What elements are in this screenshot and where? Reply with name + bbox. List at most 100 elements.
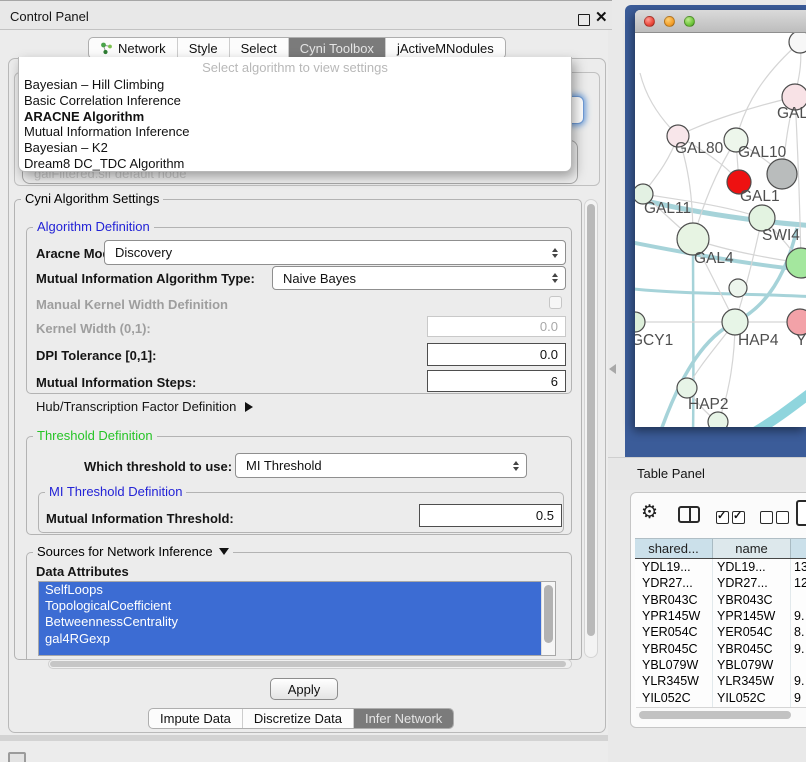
table-row[interactable]: YLR345WYLR345W9. [635,673,806,689]
table-row[interactable]: YBL079WYBL079W [635,657,806,673]
tab-jactivemnodules[interactable]: jActiveMNodules [385,38,505,58]
table-row[interactable]: YDL19...YDL19...13 [635,559,806,575]
column-header-partial[interactable] [791,539,806,558]
settings-hscroll-thumb[interactable] [50,661,566,667]
attribute-item-betweennesscentrality[interactable]: BetweennessCentrality [39,614,541,630]
algorithm-option-bayesian-k2[interactable]: Bayesian – K2 [19,140,571,156]
node-bottom[interactable] [708,412,728,427]
expand-right-icon[interactable] [245,402,253,412]
table-row[interactable]: YER054CYER054C8. [635,624,806,640]
node-label-hap4: HAP4 [738,332,779,349]
table-cell: 13 [794,559,806,575]
table-hscroll-thumb[interactable] [639,711,791,719]
table-body: YDL19...YDL19...13YDR27...YDR27...12YBR0… [635,559,806,707]
table-cell: YBL079W [717,657,773,673]
tab-discretize-data[interactable]: Discretize Data [242,709,353,728]
tab-label: jActiveMNodules [397,41,494,56]
mi-threshold-field[interactable]: 0.5 [419,504,562,527]
table-row[interactable]: YIL052CYIL052C9 [635,689,806,705]
cyni-settings-title: Cyni Algorithm Settings [21,191,163,206]
table-row[interactable]: YBR045CYBR045C9. [635,641,806,657]
column-header-shared-name[interactable]: shared... [635,539,713,558]
node-label-gal10: GAL10 [738,144,787,161]
settings-vscrollbar[interactable] [584,199,598,658]
float-button[interactable] [578,14,590,26]
which-threshold-label: Which threshold to use: [84,459,232,474]
close-traffic-light[interactable] [644,16,655,27]
divider-collapse-icon[interactable] [609,364,616,374]
mi-type-label: Mutual Information Algorithm Type: [36,271,255,286]
tab-style[interactable]: Style [177,38,229,58]
tab-cyni-toolbox[interactable]: Cyni Toolbox [288,38,385,58]
kernel-width-field[interactable]: 0.0 [427,316,566,337]
table-cell: YBR045C [717,641,773,657]
hub-section-toggle[interactable]: Hub/Transcription Factor Definition [36,399,253,414]
control-panel-tabs: NetworkStyleSelectCyni Toolbox jActiveMNo… [88,37,506,59]
attribute-item-selfloops[interactable]: SelfLoops [39,582,541,598]
bottom-tabs: Impute Data Discretize DataInfer Network [148,708,454,729]
tab-impute-data[interactable]: Impute Data [149,709,242,728]
attribute-item-partial[interactable] [39,647,541,656]
minimize-traffic-light[interactable] [664,16,675,27]
network-canvas[interactable]: GALGAL80GAL10GAL1GAL11SWI4GAL4GCY1HAP4YH… [635,33,806,427]
table-row[interactable]: YDR27...YDR27...12 [635,575,806,591]
dpi-tolerance-field[interactable]: 0.0 [427,343,566,366]
select-all-checks-icon[interactable]: ✓✓ [716,509,748,527]
node-label-gal11: GAL11 [644,200,691,217]
aracne-mode-value: Discovery [115,245,172,260]
node-label-gcy1: GCY1 [635,332,673,349]
table-cell: YIL052C [717,689,766,705]
mi-threshold-group-title: MI Threshold Definition [45,484,186,499]
tab-network[interactable]: Network [89,38,177,58]
table-row[interactable]: YPR145WYPR145W9. [635,608,806,624]
dpi-tolerance-value: 0.0 [540,347,558,362]
table-row[interactable]: YBR043CYBR043C [635,592,806,608]
zoom-traffic-light[interactable] [684,16,695,27]
aracne-mode-combo[interactable]: Discovery [104,240,566,265]
algorithm-option-mutual-information-inference[interactable]: Mutual Information Inference [19,124,571,140]
close-button[interactable]: ✕ [595,8,608,26]
list-vscroll-thumb[interactable] [544,585,553,643]
node-small[interactable] [729,279,747,297]
dpi-tolerance-label: DPI Tolerance [0,1]: [36,348,156,363]
stepper-icon [513,461,519,471]
which-threshold-combo[interactable]: MI Threshold [235,453,527,478]
table-cell: 9. [794,641,804,657]
partial-toolbar-icon[interactable] [796,500,806,526]
data-attributes-list[interactable]: SelfLoopsTopologicalCoefficientBetweenne… [38,581,556,656]
mi-steps-field[interactable]: 6 [427,370,566,392]
settings-hscrollbar[interactable] [48,659,572,669]
mi-type-combo[interactable]: Naive Bayes [272,266,566,290]
node-hap2[interactable] [677,378,697,398]
node-gray[interactable] [767,159,797,189]
node-label-gal4: GAL4 [694,250,734,267]
settings-vscroll-thumb[interactable] [587,204,595,636]
table-panel-title: Table Panel [637,466,705,481]
tab-select[interactable]: Select [229,38,288,58]
network-window-titlebar[interactable] [635,10,806,33]
columns-icon[interactable] [678,506,700,523]
attribute-item-gal4rgexp[interactable]: gal4RGexp [39,631,541,647]
deselect-all-checks-icon[interactable] [760,509,792,527]
apply-button[interactable]: Apply [270,678,338,700]
tab-infer-network[interactable]: Infer Network [353,709,453,728]
column-header-name[interactable]: name [713,539,791,558]
node-label-y: Y [796,332,806,349]
collapse-down-icon[interactable] [219,548,229,555]
sources-title-row[interactable]: Sources for Network Inference [33,544,233,559]
algorithm-option-basic-correlation-inference[interactable]: Basic Correlation Inference [19,93,571,109]
table-hscrollbar[interactable] [636,707,806,720]
table-cell: YDR27... [717,575,768,591]
mini-panel-icon[interactable] [8,752,26,762]
algorithm-option-bayesian-hill-climbing[interactable]: Bayesian – Hill Climbing [19,77,571,93]
algorithm-option-aracne-algorithm[interactable]: ARACNE Algorithm [19,109,571,125]
attribute-item-topologicalcoefficient[interactable]: TopologicalCoefficient [39,598,541,614]
tab-label: Impute Data [160,711,231,726]
node-gcy1[interactable] [635,312,645,332]
list-vscrollbar[interactable] [541,582,555,655]
gear-icon[interactable]: ⚙ [641,501,658,524]
table-cell: YLR345W [717,673,774,689]
which-threshold-value: MI Threshold [246,458,322,473]
algorithm-option-dream8-dc-tdc-algorithm[interactable]: Dream8 DC_TDC Algorithm [19,156,571,172]
manual-kernel-checkbox[interactable] [549,296,562,309]
